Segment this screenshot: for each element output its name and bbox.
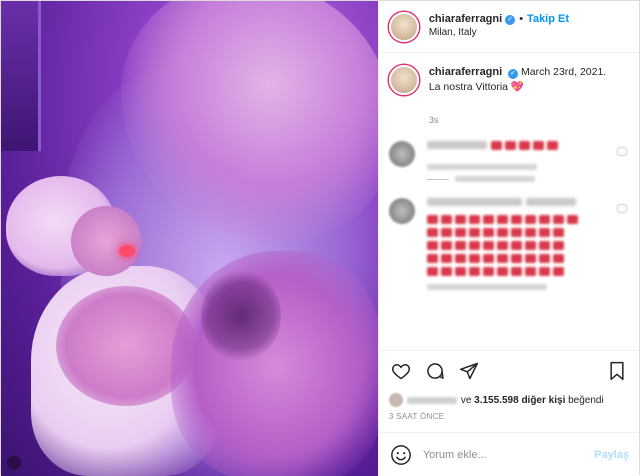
post-location[interactable]: Milan, Italy: [429, 27, 569, 40]
commenter-avatar[interactable]: [388, 198, 415, 225]
blurred-emoji: [546, 141, 558, 151]
post-photo[interactable]: [1, 1, 378, 476]
caption-date: March 23rd, 2021.: [521, 66, 607, 78]
blurred-username: [426, 141, 487, 150]
blurred-emoji: [518, 141, 530, 151]
header-top-row: chiaraferragni ✓ • Takip Et: [429, 13, 569, 27]
instagram-post: chiaraferragni ✓ • Takip Et Milan, Italy…: [0, 0, 640, 476]
blurred-text: [525, 198, 576, 207]
photo-pacifier: [119, 245, 135, 257]
action-bar: [378, 350, 639, 390]
likes-text: ve 3.155.598 diğer kişi beğendi: [460, 394, 604, 406]
comment-line: [426, 141, 558, 158]
verified-badge-icon: ✓: [505, 15, 516, 26]
caption-avatar[interactable]: [388, 65, 419, 95]
likes-suffix: diğer kişi: [521, 394, 566, 406]
photo-baby-face: [71, 206, 141, 276]
replies-bar: [426, 178, 449, 180]
paper-plane-icon[interactable]: [457, 359, 481, 383]
blurred-emoji-row: [426, 215, 578, 225]
comment-like-icon[interactable]: [617, 147, 627, 157]
photo-device: [1, 1, 41, 151]
blurred-emoji-row: [426, 228, 578, 238]
heart-outline-icon[interactable]: [389, 359, 413, 383]
follow-button[interactable]: Takip Et: [527, 13, 569, 27]
post-comment-button[interactable]: Paylaş: [594, 449, 629, 461]
comment-input[interactable]: [422, 448, 595, 461]
sparkling-heart-icon: 💖: [510, 81, 524, 94]
post-header: chiaraferragni ✓ • Takip Et Milan, Italy: [378, 1, 639, 53]
blurred-emoji: [504, 141, 516, 151]
caption-time: 3s: [428, 115, 439, 126]
photo-tattoo: [201, 271, 281, 361]
comments-section: chiaraferragni ✓ March 23rd, 2021. La no…: [379, 53, 639, 350]
blurred-liker-name: [406, 396, 457, 404]
blurred-emoji-row: [490, 141, 558, 154]
photo-arm: [171, 251, 378, 476]
speech-bubble-icon[interactable]: [423, 359, 447, 383]
post-caption: chiaraferragni ✓ March 23rd, 2021. La no…: [388, 65, 629, 95]
verified-badge-icon: ✓: [508, 69, 519, 79]
author-username[interactable]: chiaraferragni: [429, 13, 502, 27]
blurred-emoji: [490, 141, 502, 151]
add-comment-bar: Paylaş: [378, 432, 639, 476]
liker-avatars: [388, 393, 403, 407]
blurred-emoji-row: [426, 254, 578, 264]
comment-like-icon[interactable]: [617, 204, 627, 214]
blurred-emoji-row: [426, 241, 578, 251]
smiley-icon[interactable]: [389, 443, 413, 467]
comment-item: [388, 198, 629, 291]
photo-corner-dot: [7, 456, 21, 470]
comment-body: [426, 141, 558, 183]
likes-summary[interactable]: ve 3.155.598 diğer kişi beğendi: [379, 390, 639, 410]
blurred-emoji-row: [426, 267, 578, 277]
commenter-avatar[interactable]: [388, 141, 415, 168]
caption-body: chiaraferragni ✓ March 23rd, 2021. La no…: [429, 65, 606, 95]
comment-body: [426, 198, 578, 291]
likes-count: 3.155.598: [474, 394, 519, 406]
blurred-emoji: [532, 141, 544, 151]
bookmark-icon[interactable]: [605, 359, 629, 383]
post-timestamp[interactable]: 3 SAAT ÖNCE: [379, 410, 639, 432]
view-replies[interactable]: [426, 176, 558, 183]
author-avatar[interactable]: [388, 11, 419, 42]
header-text: chiaraferragni ✓ • Takip Et Milan, Italy: [429, 13, 569, 39]
blurred-replies-text: [454, 176, 535, 183]
comment-line: [426, 198, 578, 215]
likes-action: beğendi: [568, 394, 604, 406]
caption-text: La nostra Vittoria: [428, 81, 508, 94]
caption-username[interactable]: chiaraferragni: [429, 66, 502, 78]
blurred-username: [426, 198, 522, 207]
liker-avatar: [388, 393, 403, 407]
blurred-comment-meta: [426, 164, 537, 171]
post-side-panel: chiaraferragni ✓ • Takip Et Milan, Italy…: [377, 1, 639, 476]
header-separator: •: [519, 13, 524, 26]
comment-item: [388, 141, 629, 183]
blurred-comment-meta: [426, 284, 547, 291]
